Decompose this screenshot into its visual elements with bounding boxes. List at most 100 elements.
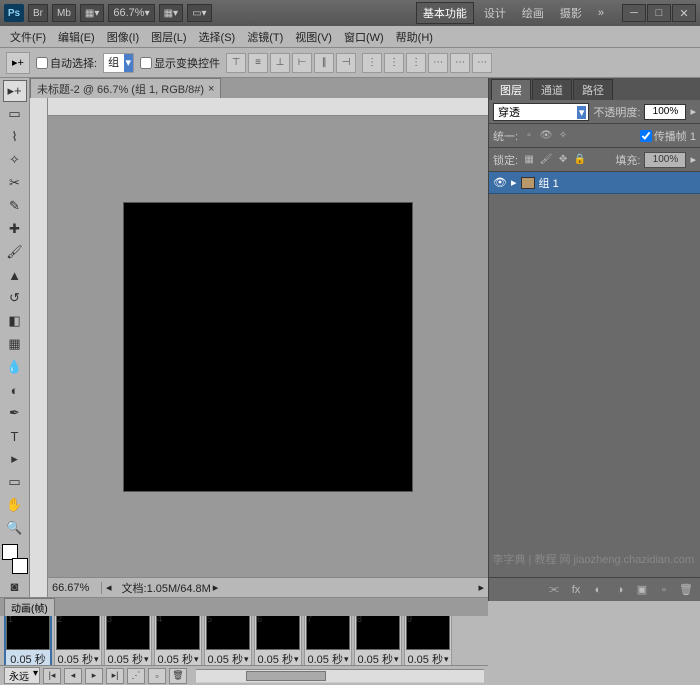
lock-all-icon[interactable]: 🔒 (573, 153, 587, 167)
fill-input[interactable] (644, 152, 686, 168)
align-bottom-icon[interactable]: ⊥ (270, 53, 290, 73)
layer-name[interactable]: 组 1 (539, 175, 559, 191)
lock-position-icon[interactable]: ✥ (556, 153, 570, 167)
new-group-button[interactable]: ▣ (634, 582, 650, 598)
delete-frame-button[interactable]: 🗑 (169, 668, 187, 684)
menu-window[interactable]: 窗口(W) (338, 27, 390, 47)
frame-8[interactable]: 80.05 秒▾ (354, 616, 402, 665)
align-left-icon[interactable]: ⊢ (292, 53, 312, 73)
document-tab[interactable]: 未标题-2 @ 66.7% (组 1, RGB/8#)× (30, 78, 221, 99)
paths-tab[interactable]: 路径 (573, 79, 613, 100)
magic-wand-tool[interactable]: ✧ (3, 149, 27, 171)
clone-stamp-tool[interactable]: ▲ (3, 264, 27, 286)
bridge-button[interactable]: Br (28, 4, 48, 22)
adjustment-layer-button[interactable]: ◑ (612, 582, 628, 598)
frame-5[interactable]: 50.05 秒▾ (204, 616, 252, 665)
move-tool[interactable]: ▸+ (3, 80, 27, 102)
loop-dropdown[interactable]: 永远 (4, 667, 40, 684)
distribute-vcenter-icon[interactable]: ⋮ (384, 53, 404, 73)
status-scroll-left[interactable]: ◂ (102, 581, 116, 594)
status-info-arrow-icon[interactable]: ▸ (213, 581, 219, 594)
opacity-input[interactable] (644, 104, 686, 120)
maximize-button[interactable]: □ (647, 4, 671, 22)
visibility-icon[interactable]: 👁 (493, 176, 507, 190)
expand-arrow-icon[interactable]: ▸ (511, 176, 517, 189)
distribute-right-icon[interactable]: ⋯ (472, 53, 492, 73)
play-button[interactable]: ▸ (85, 668, 103, 684)
workspace-paint[interactable]: 绘画 (516, 5, 550, 21)
frame-3[interactable]: 30.05 秒▾ (104, 616, 152, 665)
vertical-ruler[interactable] (30, 98, 48, 597)
frame-7[interactable]: 70.05 秒▾ (304, 616, 352, 665)
horizontal-ruler[interactable] (48, 98, 488, 116)
gradient-tool[interactable]: ▦ (3, 333, 27, 355)
lock-pixels-icon[interactable]: 🖌 (539, 153, 553, 167)
canvas-area[interactable] (48, 116, 488, 577)
eyedropper-tool[interactable]: ✎ (3, 195, 27, 217)
layer-group-1[interactable]: 👁 ▸ 组 1 (489, 172, 700, 194)
align-vcenter-icon[interactable]: ≡ (248, 53, 268, 73)
frame-6[interactable]: 60.05 秒▾ (254, 616, 302, 665)
minibridge-button[interactable]: Mb (52, 4, 76, 22)
menu-layer[interactable]: 图层(L) (145, 27, 192, 47)
unify-style-icon[interactable]: ✧ (556, 129, 570, 143)
workspace-design[interactable]: 设计 (478, 5, 512, 21)
blend-mode-dropdown[interactable]: 穿透 (493, 103, 589, 121)
show-transform-checkbox[interactable]: 显示变换控件 (140, 55, 220, 71)
marquee-tool[interactable]: ▭ (3, 103, 27, 125)
zoom-display[interactable]: 66.7% ▾ (108, 4, 154, 22)
distribute-top-icon[interactable]: ⋮ (362, 53, 382, 73)
frame-4[interactable]: 40.05 秒▾ (154, 616, 202, 665)
channels-tab[interactable]: 通道 (532, 79, 572, 100)
next-frame-button[interactable]: ▸| (106, 668, 124, 684)
distribute-hcenter-icon[interactable]: ⋯ (450, 53, 470, 73)
unify-position-icon[interactable]: ▫ (522, 129, 536, 143)
new-frame-button[interactable]: ▫ (148, 668, 166, 684)
menu-help[interactable]: 帮助(H) (390, 27, 439, 47)
menu-view[interactable]: 视图(V) (289, 27, 338, 47)
fill-arrow-icon[interactable]: ▸ (690, 153, 696, 166)
close-tab-icon[interactable]: × (208, 83, 214, 95)
view-extras-button[interactable]: ▦▾ (80, 4, 104, 22)
workspace-more[interactable]: » (592, 7, 610, 19)
pen-tool[interactable]: ✒ (3, 402, 27, 424)
menu-image[interactable]: 图像(I) (101, 27, 145, 47)
lock-transparent-icon[interactable]: ▦ (522, 153, 536, 167)
tween-button[interactable]: ⋰ (127, 668, 145, 684)
frame-9[interactable]: 90.05 秒▾ (404, 616, 452, 665)
crop-tool[interactable]: ✂ (3, 172, 27, 194)
auto-select-dropdown[interactable]: 组 (103, 53, 134, 73)
move-tool-icon[interactable]: ▸+ (6, 52, 30, 74)
status-scroll-right[interactable]: ▸ (474, 581, 488, 594)
canvas[interactable] (123, 202, 413, 492)
link-layers-button[interactable]: ⫘ (546, 582, 562, 598)
hand-tool[interactable]: ✋ (3, 494, 27, 516)
layer-mask-button[interactable]: ◐ (590, 582, 606, 598)
propagate-frame-checkbox[interactable]: 传播帧 1 (640, 128, 696, 144)
status-info[interactable]: 文档:1.05M/64.8M (122, 580, 211, 596)
new-layer-button[interactable]: ▫ (656, 582, 672, 598)
history-brush-tool[interactable]: ↺ (3, 287, 27, 309)
healing-brush-tool[interactable]: ✚ (3, 218, 27, 240)
frame-1[interactable]: 10.05 秒 (4, 616, 52, 665)
color-swatches[interactable] (2, 544, 28, 574)
workspace-photo[interactable]: 摄影 (554, 5, 588, 21)
menu-select[interactable]: 选择(S) (193, 27, 242, 47)
prev-frame-button[interactable]: ◂ (64, 668, 82, 684)
background-swatch[interactable] (12, 558, 28, 574)
menu-filter[interactable]: 滤镜(T) (241, 27, 289, 47)
status-zoom[interactable]: 66.67% (48, 582, 102, 594)
zoom-tool[interactable]: 🔍 (3, 517, 27, 539)
animation-scrollbar[interactable] (196, 669, 484, 683)
close-button[interactable]: ✕ (672, 4, 696, 22)
eraser-tool[interactable]: ◧ (3, 310, 27, 332)
menu-file[interactable]: 文件(F) (4, 27, 52, 47)
distribute-bottom-icon[interactable]: ⋮ (406, 53, 426, 73)
brush-tool[interactable]: 🖌 (3, 241, 27, 263)
quick-mask-button[interactable]: ◙ (3, 575, 27, 597)
delete-layer-button[interactable]: 🗑 (678, 582, 694, 598)
blur-tool[interactable]: 💧 (3, 356, 27, 378)
distribute-left-icon[interactable]: ⋯ (428, 53, 448, 73)
screen-mode-button[interactable]: ▭▾ (187, 4, 211, 22)
align-top-icon[interactable]: ⊤ (226, 53, 246, 73)
